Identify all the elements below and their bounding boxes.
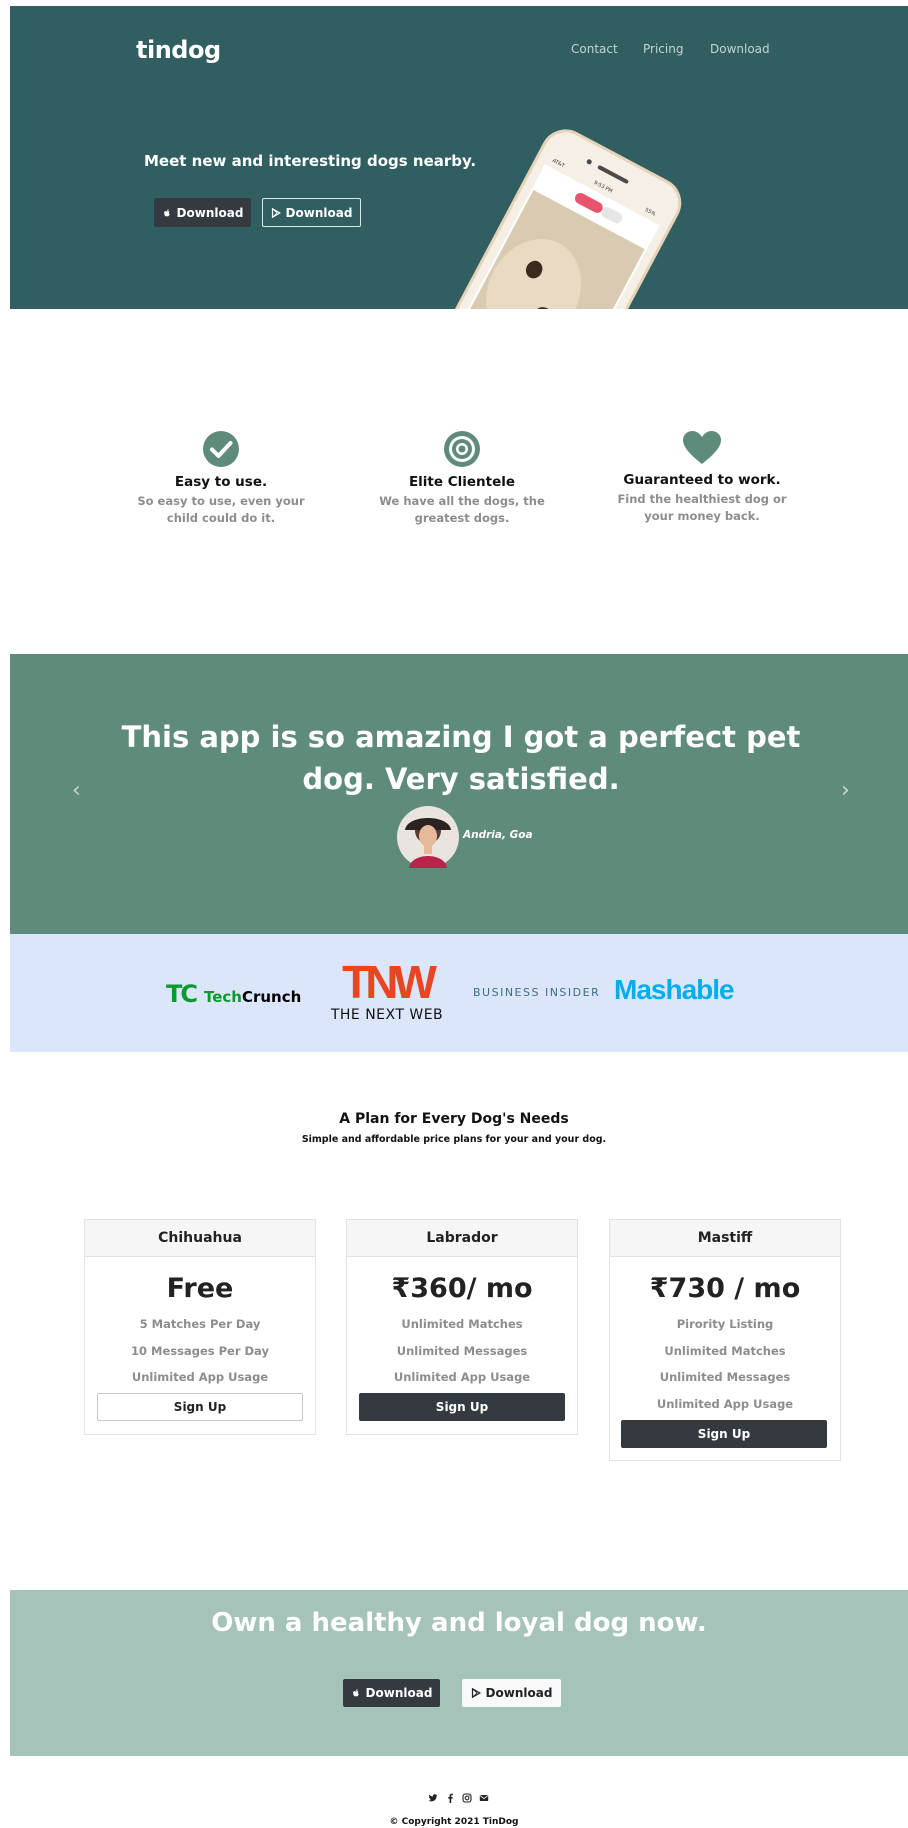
mashable-logo: Mashable xyxy=(614,974,735,1005)
plan-name: Labrador xyxy=(347,1220,577,1257)
nav-link-contact[interactable]: Contact xyxy=(571,42,618,56)
facebook-icon[interactable] xyxy=(445,1793,455,1803)
plan-feature: Unlimited App Usage xyxy=(131,1370,269,1384)
pricing-subtitle: Simple and affordable price plans for yo… xyxy=(301,1134,607,1145)
cta-apple-download-label: Download xyxy=(365,1686,433,1700)
author-avatar xyxy=(397,806,459,868)
plan-price: Free xyxy=(166,1273,234,1304)
hero-headline: Meet new and interesting dogs nearby. xyxy=(144,152,477,170)
nav-link-download[interactable]: Download xyxy=(710,42,770,56)
hero-google-download-button[interactable]: Download xyxy=(262,198,361,227)
techcrunch-crunch: Crunch xyxy=(241,988,302,1006)
instagram-icon[interactable] xyxy=(462,1793,472,1803)
plan-feature: Unlimited Messages xyxy=(659,1370,791,1384)
plan-feature: Unlimited App Usage xyxy=(656,1396,794,1411)
labrador-sign-up-button[interactable]: Sign Up xyxy=(359,1393,565,1421)
brand-logo[interactable]: tindog xyxy=(136,36,221,64)
google-play-icon xyxy=(271,207,281,218)
feature-title: Easy to use. xyxy=(174,474,268,490)
apple-icon xyxy=(352,1689,359,1697)
cta-title: Own a healthy and loyal dog now. xyxy=(211,1608,707,1638)
hero-apple-download-button[interactable]: Download xyxy=(154,198,251,227)
techcrunch-tech: Tech xyxy=(203,988,242,1006)
feature-easy: Easy to use. So easy to use, even your c… xyxy=(126,430,316,527)
check-circle-icon xyxy=(203,431,239,467)
hero-apple-download-label: Download xyxy=(176,205,244,220)
mastiff-sign-up-button[interactable]: Sign Up xyxy=(621,1420,827,1448)
bullseye-icon xyxy=(444,431,480,467)
carousel-prev-chevron-icon[interactable]: ‹ xyxy=(72,778,81,803)
hero-google-download-label: Download xyxy=(285,205,353,220)
plan-feature: 10 Messages Per Day xyxy=(131,1343,269,1358)
plan-feature: Pirority Listing xyxy=(676,1317,774,1331)
phone-mockup-image: AT&T 9:53 PM 55% xyxy=(450,129,682,309)
cta-google-download-label: Download xyxy=(485,1686,553,1700)
footer-social-icons xyxy=(428,1793,489,1803)
feature-text: We have all the dogs, the greatest dogs. xyxy=(379,494,545,525)
feature-title: Guaranteed to work. xyxy=(623,472,781,488)
apple-icon xyxy=(163,208,170,216)
business-insider-logo: BUSINESS INSIDER xyxy=(473,986,601,999)
envelope-icon[interactable] xyxy=(479,1793,489,1803)
carousel-next-chevron-icon[interactable]: › xyxy=(841,778,850,803)
techcrunch-mark: TC xyxy=(166,980,198,1008)
testimonial-quote: This app is so amazing I got a perfect p… xyxy=(121,720,801,796)
plan-feature: Unlimited Messages xyxy=(396,1343,528,1358)
feature-title: Elite Clientele xyxy=(408,474,516,490)
tnw-name: THE NEXT WEB xyxy=(330,1007,444,1023)
feature-text: Find the healthiest dog or your money ba… xyxy=(617,492,787,523)
chihuahua-sign-up-button[interactable]: Sign Up xyxy=(97,1393,303,1421)
plan-name: Chihuahua xyxy=(85,1220,315,1257)
heart-icon xyxy=(683,431,721,464)
pricing-title: A Plan for Every Dog's Needs xyxy=(339,1111,569,1127)
cta-google-download-button[interactable]: Download xyxy=(462,1679,561,1707)
feature-guaranteed: Guaranteed to work. Find the healthiest … xyxy=(607,430,797,525)
google-play-icon xyxy=(471,1688,481,1698)
twitter-icon[interactable] xyxy=(428,1793,438,1803)
feature-elite: Elite Clientele We have all the dogs, th… xyxy=(367,430,557,527)
nav-link-pricing[interactable]: Pricing xyxy=(643,42,683,56)
testimonial-author: Andria, Goa xyxy=(463,829,533,841)
plan-name: Mastiff xyxy=(610,1220,840,1257)
press-section xyxy=(10,934,908,1052)
techcrunch-logo: TC Tech Crunch xyxy=(166,980,301,1008)
feature-text: So easy to use, even your child could do… xyxy=(137,494,305,525)
plan-feature: 5 Matches Per Day xyxy=(139,1317,261,1331)
plan-feature: Unlimited App Usage xyxy=(393,1370,531,1384)
plan-price: ₹360/ mo xyxy=(391,1273,533,1304)
plan-feature: Unlimited Matches xyxy=(664,1343,786,1358)
copyright: © Copyright 2021 TinDog xyxy=(389,1817,519,1827)
tnw-mark: TNW xyxy=(342,956,437,1008)
plan-feature: Unlimited Matches xyxy=(401,1317,523,1331)
plan-price: ₹730 / mo xyxy=(649,1273,801,1304)
tnw-logo: TNW THE NEXT WEB xyxy=(316,958,458,1024)
cta-apple-download-button[interactable]: Download xyxy=(343,1679,440,1707)
